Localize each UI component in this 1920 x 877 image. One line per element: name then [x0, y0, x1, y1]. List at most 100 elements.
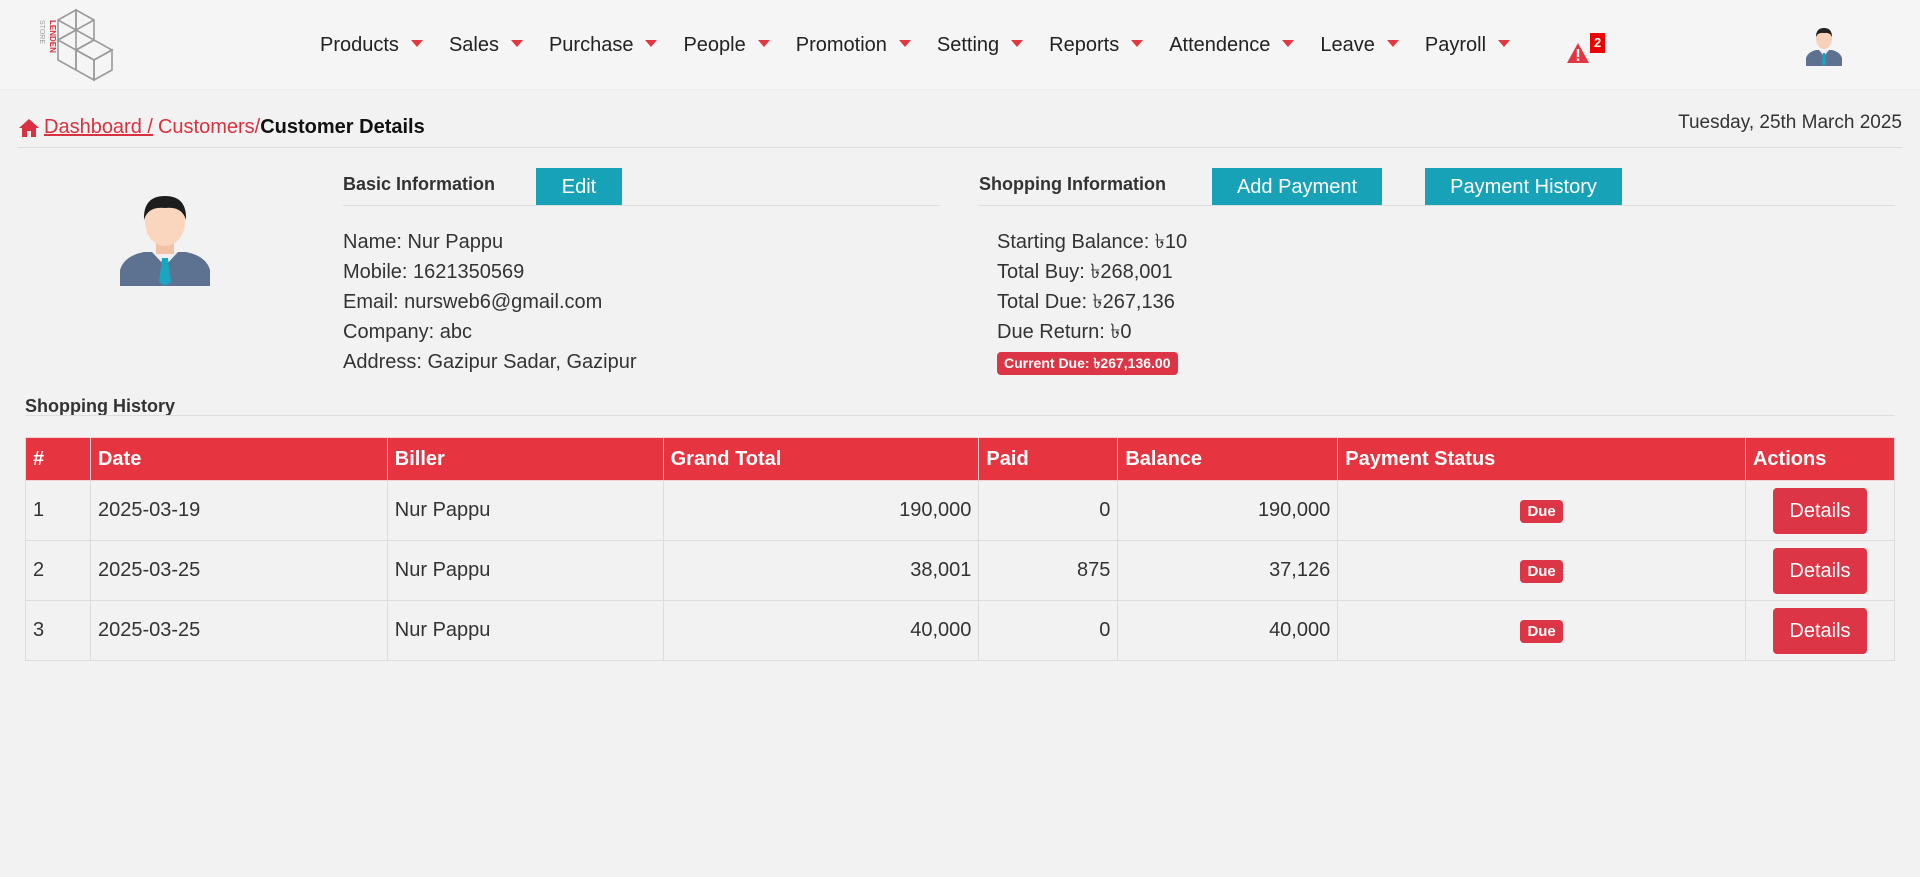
shopping-info-heading: Shopping Information [979, 174, 1166, 194]
caret-down-icon [898, 40, 911, 47]
user-avatar[interactable] [1804, 24, 1844, 66]
shopping-info-divider [979, 205, 1895, 206]
nav-sales[interactable]: Sales [449, 34, 523, 57]
nav-leave[interactable]: Leave [1320, 34, 1399, 57]
cell-balance: 37,126 [1117, 540, 1339, 601]
nav-reports-label: Reports [1049, 33, 1120, 56]
edit-button[interactable]: Edit [536, 168, 622, 206]
details-button[interactable]: Details [1773, 487, 1867, 534]
breadcrumb-customers-link[interactable]: Customers [158, 116, 255, 139]
starting-balance: Starting Balance: ৳10 [997, 231, 1188, 253]
cell-payment-status: Due [1337, 480, 1746, 541]
caret-down-icon [1131, 40, 1144, 47]
total-buy: Total Buy: ৳268,001 [997, 261, 1173, 283]
nav-payroll[interactable]: Payroll [1424, 33, 1511, 57]
cell-grand-total: 40,000 [662, 600, 980, 661]
table-row: 3 2025-03-25 Nur Pappu 40,000 0 40,000 D… [25, 600, 1896, 661]
cell-balance: 190,000 [1117, 480, 1339, 541]
details-button[interactable]: Details [1773, 547, 1867, 594]
customer-company: Company: abc [343, 321, 472, 343]
status-badge: Due [1520, 559, 1563, 583]
payment-history-button[interactable]: Payment History [1425, 168, 1622, 206]
nav-sales-label: Sales [448, 33, 499, 56]
customer-email: Email: nursweb6@gmail.com [343, 291, 603, 313]
details-button[interactable]: Details [1773, 607, 1867, 654]
breadcrumb: Dashboard / Customers / Customer Details [18, 116, 425, 139]
table-header-row: # Date Biller Grand Total Paid Balance P… [25, 437, 1896, 481]
nav-promotion-label: Promotion [795, 33, 887, 56]
status-badge: Due [1520, 499, 1563, 523]
main-menu: Products Sales Purchase People Promotion… [320, 0, 1536, 90]
nav-attendence[interactable]: Attendence [1169, 33, 1295, 57]
breadcrumb-current: Customer Details [260, 116, 425, 138]
nav-promotion[interactable]: Promotion [796, 34, 911, 57]
customer-mobile: Mobile: 1621350569 [343, 261, 525, 283]
col-header-payment-status[interactable]: Payment Status [1337, 437, 1746, 481]
nav-leave-label: Leave [1320, 33, 1375, 56]
alert-notification[interactable]: 2 [1566, 33, 1606, 65]
caret-down-icon [645, 40, 658, 47]
breadcrumb-bar: Dashboard / Customers / Customer Details… [18, 112, 1902, 148]
basic-info-details: Name: Nur Pappu Mobile: 1621350569 Email… [343, 227, 636, 377]
customer-avatar [116, 186, 214, 286]
cell-paid: 0 [978, 480, 1119, 541]
customer-address: Address: Gazipur Sadar, Gazipur [343, 351, 637, 373]
col-header-number[interactable]: # [25, 437, 91, 481]
basic-info-heading: Basic Information [343, 174, 496, 194]
col-header-biller[interactable]: Biller [386, 437, 664, 481]
cell-paid: 875 [978, 540, 1119, 601]
nav-products[interactable]: Products [320, 34, 423, 57]
cell-grand-total: 190,000 [662, 480, 980, 541]
cell-payment-status: Due [1337, 600, 1746, 661]
status-badge: Due [1520, 619, 1563, 643]
shopping-info-details: Starting Balance: ৳10 Total Buy: ৳268,00… [997, 227, 1187, 377]
warning-triangle-icon [1567, 43, 1589, 63]
cell-number: 2 [25, 540, 91, 601]
svg-text:LENDEN: LENDEN [48, 20, 57, 53]
total-due: Total Due: ৳267,136 [997, 291, 1175, 313]
nav-setting-label: Setting [936, 33, 1000, 56]
alert-count-badge: 2 [1590, 33, 1606, 53]
cell-actions: Details [1744, 480, 1896, 541]
col-header-date[interactable]: Date [89, 437, 388, 481]
nav-people-label: People [683, 33, 746, 56]
cell-grand-total: 38,001 [662, 540, 980, 601]
lenden-store-logo[interactable]: LENDEN STORE [36, 6, 116, 84]
cell-payment-status: Due [1337, 540, 1746, 601]
nav-payroll-label: Payroll [1424, 33, 1487, 56]
due-return: Due Return: ৳0 [997, 321, 1132, 343]
col-header-balance[interactable]: Balance [1117, 437, 1339, 481]
cell-date: 2025-03-19 [89, 480, 388, 541]
caret-down-icon [1498, 40, 1511, 47]
cell-paid: 0 [978, 600, 1119, 661]
cell-actions: Details [1744, 600, 1896, 661]
caret-down-icon [510, 40, 523, 47]
cell-biller: Nur Pappu [386, 480, 664, 541]
cell-actions: Details [1744, 540, 1896, 601]
cell-biller: Nur Pappu [386, 540, 664, 601]
col-header-actions: Actions [1744, 437, 1896, 481]
nav-people[interactable]: People [683, 33, 770, 57]
current-date: Tuesday, 25th March 2025 [1678, 112, 1902, 133]
customer-name: Name: Nur Pappu [343, 231, 504, 253]
nav-setting[interactable]: Setting [936, 33, 1024, 57]
nav-purchase-label: Purchase [548, 33, 634, 56]
add-payment-button[interactable]: Add Payment [1212, 168, 1382, 206]
nav-purchase[interactable]: Purchase [549, 34, 658, 57]
col-header-paid[interactable]: Paid [978, 437, 1119, 481]
cell-number: 3 [25, 600, 91, 661]
col-header-grand-total[interactable]: Grand Total [662, 437, 980, 481]
cell-date: 2025-03-25 [89, 540, 388, 601]
table-row: 1 2025-03-19 Nur Pappu 190,000 0 190,000… [25, 480, 1896, 541]
svg-text:STORE: STORE [38, 20, 45, 44]
cell-biller: Nur Pappu [386, 600, 664, 661]
basic-info-divider [343, 205, 940, 206]
nav-attendence-label: Attendence [1169, 33, 1271, 56]
nav-products-label: Products [320, 33, 399, 56]
home-icon [19, 118, 39, 137]
caret-down-icon [1011, 40, 1024, 47]
shopping-history-divider [25, 415, 1895, 416]
caret-down-icon [1386, 40, 1399, 47]
breadcrumb-dashboard-link[interactable]: Dashboard / [44, 116, 153, 139]
nav-reports[interactable]: Reports [1049, 33, 1144, 57]
